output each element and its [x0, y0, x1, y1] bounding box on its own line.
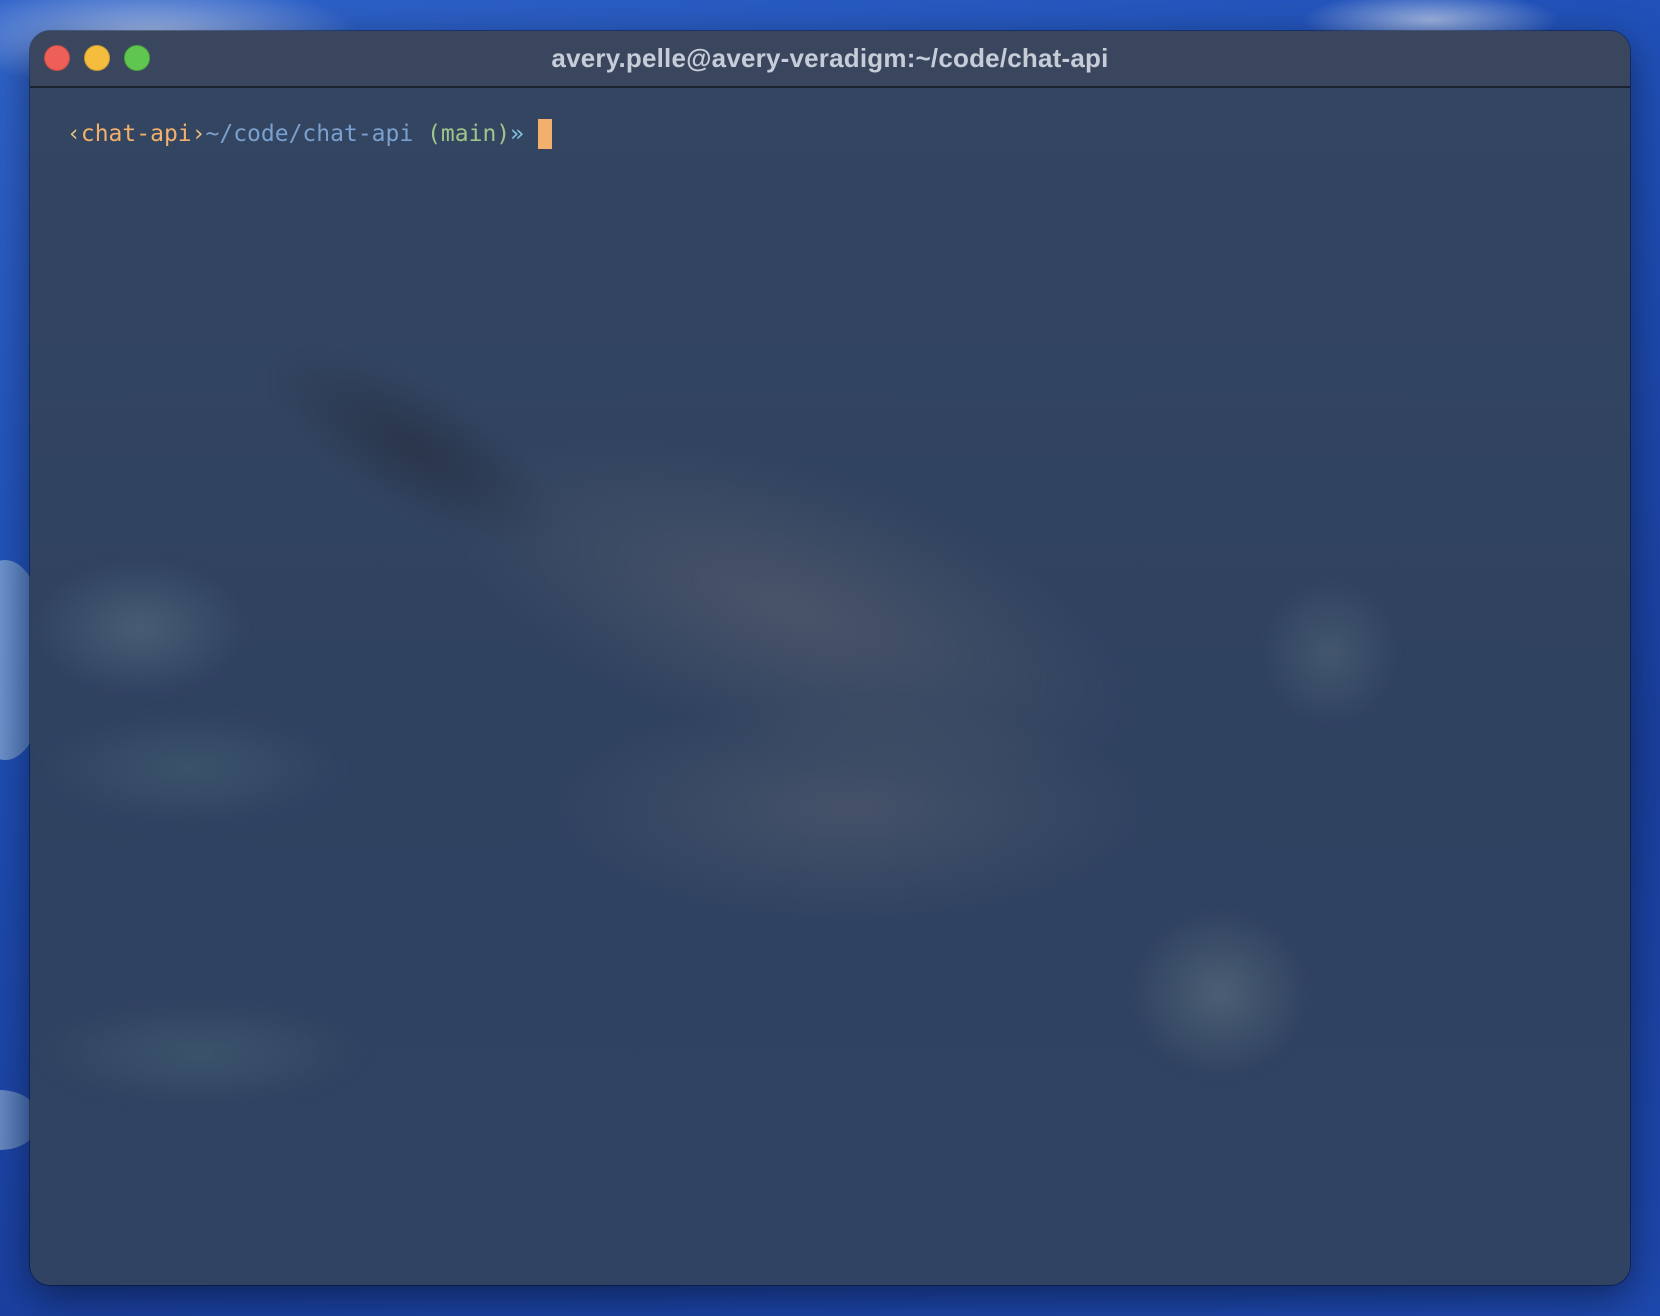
- shell-prompt: ‹ chat-api › ~/code/chat-api (main)»: [67, 118, 553, 150]
- terminal-content[interactable]: ‹ chat-api › ~/code/chat-api (main)»: [30, 88, 1630, 1285]
- prompt-project: chat-api: [80, 121, 192, 147]
- prompt-path: ~/code/chat-api: [205, 121, 414, 147]
- window-controls: [44, 45, 150, 71]
- background-dolphin: [30, 998, 370, 1108]
- title-bar[interactable]: avery.pelle@avery-veradigm:~/code/chat-a…: [30, 31, 1630, 88]
- terminal-window[interactable]: avery.pelle@avery-veradigm:~/code/chat-a…: [30, 31, 1630, 1285]
- prompt-arrow: »: [510, 121, 525, 147]
- prompt-git-branch: (main): [413, 121, 511, 147]
- background-dolphin: [404, 363, 1176, 853]
- minimize-button[interactable]: [84, 45, 110, 71]
- close-button[interactable]: [44, 45, 70, 71]
- prompt-close-bracket: ›: [191, 121, 206, 147]
- zoom-button[interactable]: [124, 45, 150, 71]
- prompt-open-bracket: ‹: [67, 121, 81, 147]
- window-title: avery.pelle@avery-veradigm:~/code/chat-a…: [551, 43, 1109, 73]
- background-dolphin: [1260, 578, 1400, 728]
- background-dolphin: [1130, 908, 1310, 1078]
- background-dolphin: [30, 558, 250, 698]
- background-dolphin: [30, 708, 350, 828]
- text-cursor[interactable]: [538, 119, 553, 149]
